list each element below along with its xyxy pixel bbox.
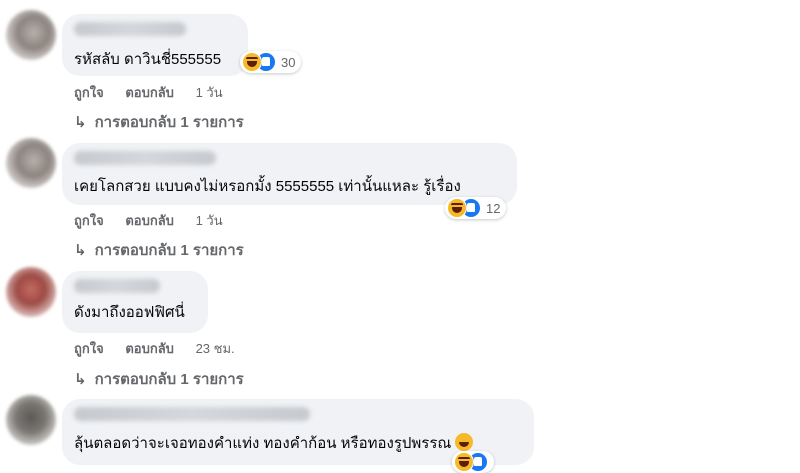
haha-reaction-icon (447, 198, 467, 218)
author-name[interactable] (74, 22, 186, 36)
reply-button[interactable]: ตอบกลับ (125, 85, 174, 100)
reply-button[interactable]: ตอบกลับ (125, 213, 174, 228)
comment-text: ดังมาถึงออฟฟิศนี่ (74, 304, 185, 321)
author-name[interactable] (74, 279, 160, 293)
timestamp[interactable]: 1 วัน (196, 85, 223, 100)
grinning-emoji-icon (455, 433, 474, 451)
reply-arrow-icon: ↳ (74, 242, 87, 259)
like-button[interactable]: ถูกใจ (74, 85, 104, 100)
reply-arrow-icon: ↳ (74, 114, 87, 131)
comment-actions: ถูกใจ ตอบกลับ 1 วัน (74, 210, 241, 231)
comment-actions: ถูกใจ ตอบกลับ 1 วัน (74, 82, 241, 103)
comment-actions: ถูกใจ ตอบกลับ 23 ชม. (74, 338, 253, 359)
comment-bubble: ดังมาถึงออฟฟิศนี่ (62, 271, 208, 333)
reaction-summary[interactable]: 30 (240, 51, 302, 73)
comment-text: ลุ้นตลอดว่าจะเจอทองคำแท่ง ทองคำก้อน หรือ… (74, 433, 474, 454)
avatar[interactable] (6, 395, 56, 445)
reply-button[interactable]: ตอบกลับ (125, 341, 174, 356)
timestamp[interactable]: 23 ชม. (196, 341, 235, 356)
comment-text: รหัสลับ ดาวินชี่555555 (74, 51, 222, 68)
avatar[interactable] (6, 267, 56, 317)
like-button[interactable]: ถูกใจ (74, 213, 104, 228)
view-replies-link[interactable]: ↳ การตอบกลับ 1 รายการ (74, 238, 244, 262)
haha-reaction-icon (242, 52, 262, 72)
like-button[interactable]: ถูกใจ (74, 341, 104, 356)
reaction-summary[interactable] (452, 451, 494, 473)
comment-text-value: ลุ้นตลอดว่าจะเจอทองคำแท่ง ทองคำก้อน หรือ… (74, 435, 452, 452)
reply-arrow-icon: ↳ (74, 371, 87, 388)
replies-label: การตอบกลับ 1 รายการ (94, 371, 244, 388)
view-replies-link[interactable]: ↳ การตอบกลับ 1 รายการ (74, 110, 244, 134)
comment-bubble: เคยโลกสวย แบบคงไม่หรอกมั้ง 5555555 เท่าน… (62, 143, 517, 205)
comment-text: เคยโลกสวย แบบคงไม่หรอกมั้ง 5555555 เท่าน… (74, 178, 461, 195)
timestamp[interactable]: 1 วัน (196, 213, 223, 228)
reaction-summary[interactable]: 12 (445, 197, 507, 219)
author-name[interactable] (74, 151, 216, 165)
haha-reaction-icon (454, 452, 474, 472)
reaction-count: 12 (486, 200, 501, 216)
avatar[interactable] (6, 138, 56, 188)
replies-label: การตอบกลับ 1 รายการ (94, 114, 244, 131)
view-replies-link[interactable]: ↳ การตอบกลับ 1 รายการ (74, 367, 244, 391)
comment-bubble: รหัสลับ ดาวินชี่555555 (62, 14, 248, 76)
avatar[interactable] (6, 10, 56, 60)
author-name[interactable] (74, 407, 310, 421)
replies-label: การตอบกลับ 1 รายการ (94, 242, 244, 259)
reaction-count: 30 (281, 54, 296, 70)
